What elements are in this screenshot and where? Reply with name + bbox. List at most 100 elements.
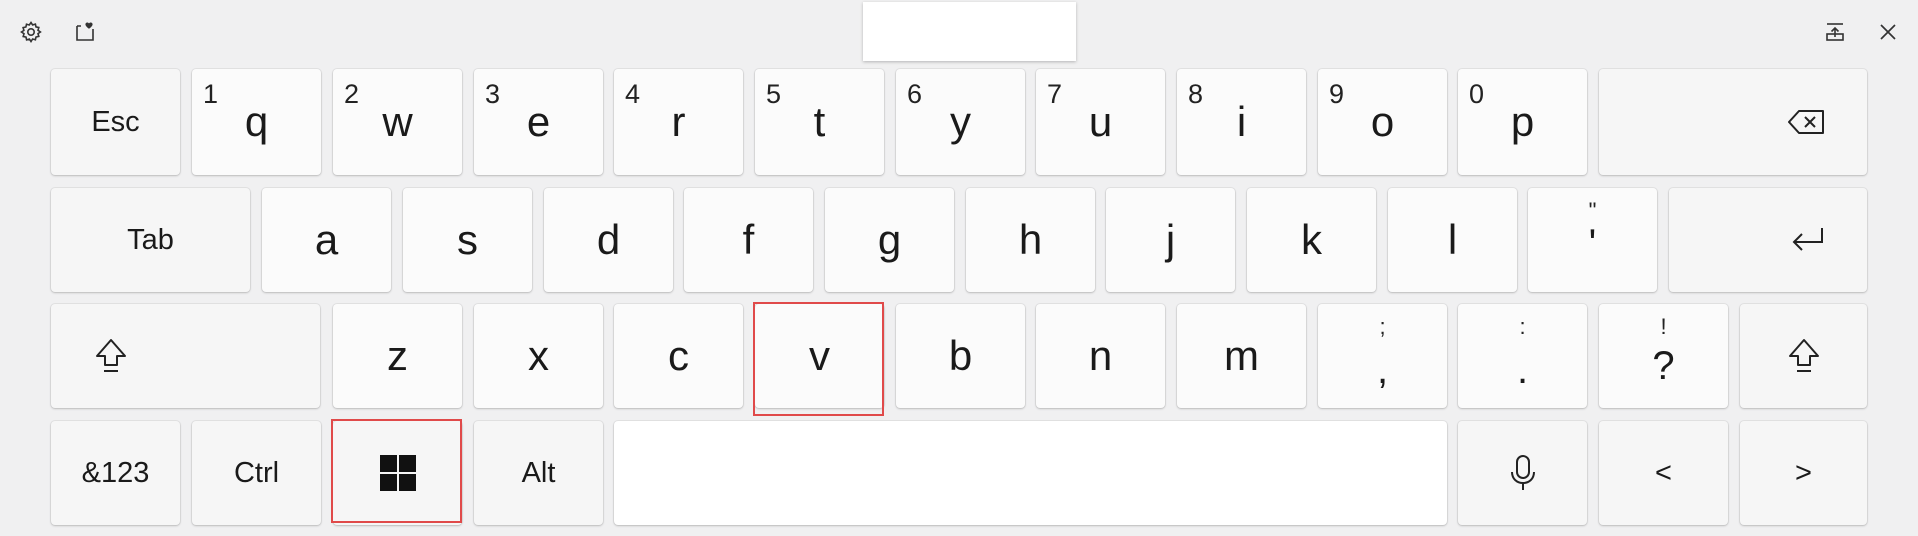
key-shift-left[interactable] xyxy=(51,304,320,408)
key-a-label: a xyxy=(314,216,339,263)
key-v-label: v xyxy=(809,332,830,379)
key-u[interactable]: 7 u xyxy=(1036,69,1165,175)
key-symbols-label: &123 xyxy=(81,456,150,489)
key-period[interactable]: : . xyxy=(1458,304,1587,408)
key-b[interactable]: b xyxy=(896,304,1025,408)
key-d[interactable]: d xyxy=(544,188,673,292)
key-alt-label: Alt xyxy=(521,456,556,489)
key-w[interactable]: 2 w xyxy=(333,69,462,175)
key-alt[interactable]: Alt xyxy=(474,421,603,525)
close-button[interactable] xyxy=(1871,15,1905,49)
key-tab[interactable]: Tab xyxy=(51,188,250,292)
key-t[interactable]: 5 t xyxy=(755,69,884,175)
key-j[interactable]: j xyxy=(1106,188,1235,292)
settings-button[interactable] xyxy=(14,15,48,49)
key-period-label: . xyxy=(1516,347,1529,392)
key-h[interactable]: h xyxy=(966,188,1095,292)
key-o-label: o xyxy=(1370,98,1395,145)
key-backspace[interactable] xyxy=(1599,69,1867,175)
key-p-label: p xyxy=(1510,98,1535,145)
key-question-label: ? xyxy=(1652,343,1675,388)
key-microphone[interactable] xyxy=(1458,421,1587,525)
key-y[interactable]: 6 y xyxy=(896,69,1025,175)
key-left-label: < xyxy=(1655,456,1672,489)
key-esc-label: Esc xyxy=(91,105,140,138)
key-c-label: c xyxy=(668,332,689,379)
key-right-arrow[interactable]: > xyxy=(1740,421,1867,525)
key-p[interactable]: 0 p xyxy=(1458,69,1587,175)
key-r-alt: 4 xyxy=(625,79,641,109)
key-i[interactable]: 8 i xyxy=(1177,69,1306,175)
key-ctrl[interactable]: Ctrl xyxy=(192,421,321,525)
key-g[interactable]: g xyxy=(825,188,954,292)
microphone-icon xyxy=(1510,455,1535,490)
emoji-clipboard-button[interactable] xyxy=(68,15,102,49)
key-l-label: l xyxy=(1447,216,1458,263)
drag-handle[interactable] xyxy=(863,2,1076,61)
key-s-label: s xyxy=(457,216,478,263)
keyboard-toolbar xyxy=(0,0,1918,66)
key-o[interactable]: 9 o xyxy=(1318,69,1447,175)
undock-icon xyxy=(1826,23,1844,41)
key-enter[interactable] xyxy=(1669,188,1867,292)
key-z[interactable]: z xyxy=(333,304,462,408)
key-comma[interactable]: ; , xyxy=(1318,304,1447,408)
close-icon xyxy=(1880,24,1896,40)
key-w-label: w xyxy=(382,98,413,145)
key-esc[interactable]: Esc xyxy=(51,69,180,175)
key-e[interactable]: 3 e xyxy=(474,69,603,175)
key-p-alt: 0 xyxy=(1469,79,1485,109)
key-windows[interactable] xyxy=(333,421,462,525)
key-c[interactable]: c xyxy=(614,304,743,408)
key-q[interactable]: 1 q xyxy=(192,69,321,175)
key-space[interactable] xyxy=(614,421,1447,525)
key-question[interactable]: ! ? xyxy=(1599,304,1728,408)
key-z-label: z xyxy=(387,332,408,379)
key-k-label: k xyxy=(1301,216,1322,263)
key-j-label: j xyxy=(1165,216,1176,263)
undock-button[interactable] xyxy=(1818,15,1852,49)
key-u-label: u xyxy=(1088,98,1113,145)
shift-icon xyxy=(96,339,126,372)
key-ctrl-label: Ctrl xyxy=(233,456,280,489)
key-symbols[interactable]: &123 xyxy=(51,421,180,525)
key-apostrophe[interactable]: " ' xyxy=(1528,188,1657,292)
key-y-label: y xyxy=(950,98,971,145)
enter-icon xyxy=(1792,228,1823,251)
key-shift-right[interactable] xyxy=(1740,304,1867,408)
key-t-label: t xyxy=(813,98,826,145)
key-t-alt: 5 xyxy=(766,79,782,109)
key-o-alt: 9 xyxy=(1329,79,1345,109)
key-i-alt: 8 xyxy=(1188,79,1204,109)
key-comma-label: , xyxy=(1376,347,1389,392)
key-question-alt: ! xyxy=(1660,314,1667,339)
key-l[interactable]: l xyxy=(1388,188,1517,292)
key-k[interactable]: k xyxy=(1247,188,1376,292)
key-r-label: r xyxy=(671,98,686,145)
key-v[interactable]: v xyxy=(755,304,884,408)
key-b-label: b xyxy=(948,332,973,379)
key-e-alt: 3 xyxy=(485,79,501,109)
key-r[interactable]: 4 r xyxy=(614,69,743,175)
key-m[interactable]: m xyxy=(1177,304,1306,408)
key-d-label: d xyxy=(596,216,621,263)
key-n[interactable]: n xyxy=(1036,304,1165,408)
key-period-alt: : xyxy=(1519,314,1526,339)
key-comma-alt: ; xyxy=(1379,314,1386,339)
key-y-alt: 6 xyxy=(907,79,923,109)
key-i-label: i xyxy=(1236,98,1247,145)
key-q-alt: 1 xyxy=(203,79,219,109)
key-s[interactable]: s xyxy=(403,188,532,292)
shift-icon xyxy=(1788,339,1819,372)
key-f[interactable]: f xyxy=(684,188,813,292)
key-x[interactable]: x xyxy=(474,304,603,408)
key-g-label: g xyxy=(877,216,902,263)
key-left-arrow[interactable]: < xyxy=(1599,421,1728,525)
key-n-label: n xyxy=(1088,332,1113,379)
key-m-label: m xyxy=(1224,332,1259,379)
key-tab-label: Tab xyxy=(127,223,174,256)
key-f-label: f xyxy=(742,216,755,263)
key-x-label: x xyxy=(528,332,549,379)
key-q-label: q xyxy=(244,98,269,145)
key-a[interactable]: a xyxy=(262,188,391,292)
